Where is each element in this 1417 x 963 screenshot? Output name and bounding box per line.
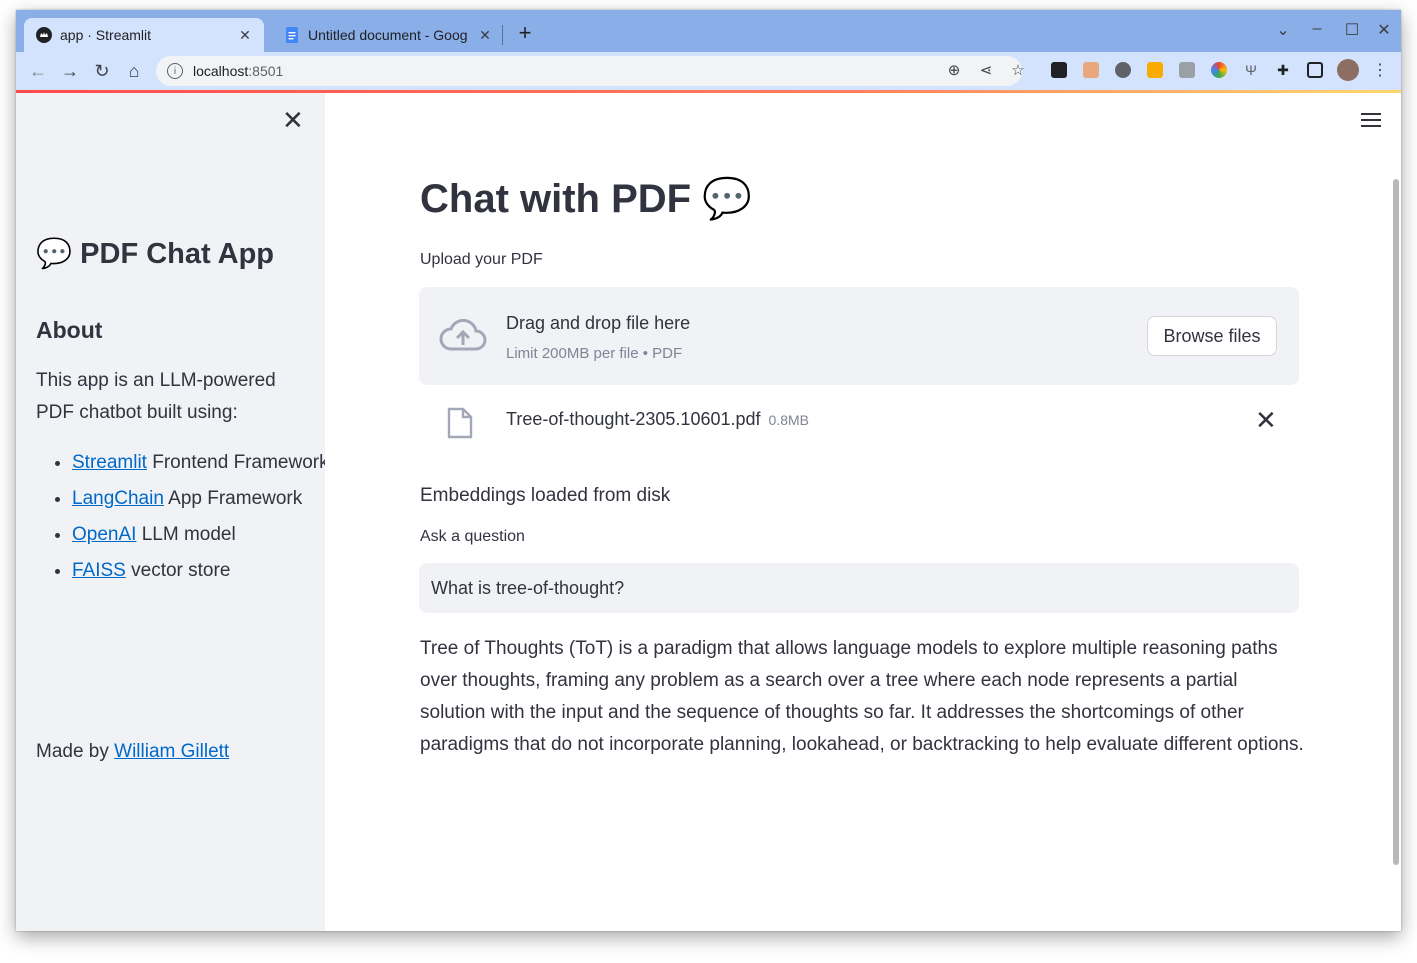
tab-google-doc[interactable]: Untitled document - Goog ✕: [272, 18, 504, 52]
faiss-link[interactable]: FAISS: [72, 560, 126, 581]
question-label: Ask a question: [420, 528, 525, 545]
list-item: OpenAI LLM model: [72, 519, 342, 551]
scrollbar[interactable]: [1393, 179, 1399, 865]
sidebar: ✕ 💬 PDF Chat App About This app is an LL…: [16, 93, 329, 931]
maximize-icon[interactable]: ☐: [1342, 20, 1362, 40]
tab-title: Untitled document - Goog: [308, 27, 468, 43]
address-bar[interactable]: i localhost:8501 ⊕ ⋖ ☆: [156, 56, 1025, 86]
tab-title: app · Streamlit: [60, 27, 152, 43]
google-docs-icon: [284, 27, 300, 43]
zoom-icon[interactable]: ⊕: [944, 61, 964, 79]
extension-layers-icon[interactable]: [1179, 62, 1195, 78]
file-icon: [447, 407, 473, 444]
answer-text: Tree of Thoughts (ToT) is a paradigm tha…: [420, 638, 1304, 755]
uploaded-file: Tree-of-thought-2305.10601.pdf 0.8MB ✕: [419, 401, 1299, 441]
status-message: Embeddings loaded from disk: [420, 485, 671, 506]
cloud-upload-icon: [439, 318, 487, 358]
browser-toolbar: ← → ↻ ⌂ i localhost:8501 ⊕ ⋖ ☆ Ψ ✚ ⋮: [16, 52, 1401, 90]
extension-account-icon[interactable]: [1115, 62, 1131, 78]
extension-cast-icon[interactable]: [1083, 62, 1099, 78]
streamlit-link[interactable]: Streamlit: [72, 452, 147, 473]
extension-p-icon[interactable]: [1051, 62, 1067, 78]
new-tab-button[interactable]: +: [514, 22, 536, 46]
page-title: Chat with PDF 💬: [420, 177, 753, 221]
made-by: Made by William Gillett: [36, 741, 230, 762]
minimize-icon[interactable]: –: [1307, 20, 1327, 38]
upload-label: Upload your PDF: [420, 251, 543, 268]
file-dropzone[interactable]: Drag and drop file here Limit 200MB per …: [419, 287, 1299, 385]
author-link[interactable]: William Gillett: [114, 741, 229, 762]
browser-window: app · Streamlit ✕ Untitled document - Go…: [16, 10, 1401, 931]
extension-color-wheel-icon[interactable]: [1211, 62, 1227, 78]
extension-trident-icon[interactable]: Ψ: [1243, 62, 1259, 78]
site-info-icon[interactable]: i: [167, 63, 183, 79]
url-text: localhost:8501: [193, 63, 284, 79]
list-item: LangChain App Framework: [72, 483, 342, 515]
home-icon[interactable]: ⌂: [122, 59, 146, 83]
bookmark-star-icon[interactable]: ☆: [1008, 61, 1028, 79]
tab-strip: app · Streamlit ✕ Untitled document - Go…: [16, 10, 1401, 52]
hamburger-menu-icon[interactable]: [1361, 113, 1381, 129]
tab-close-icon[interactable]: ✕: [476, 27, 494, 44]
about-heading: About: [36, 317, 103, 343]
close-window-icon[interactable]: ✕: [1374, 20, 1394, 40]
file-size: 0.8MB: [768, 412, 809, 428]
openai-link[interactable]: OpenAI: [72, 524, 136, 545]
tech-list: Streamlit Frontend Framework LangChain A…: [36, 447, 342, 591]
question-input[interactable]: [419, 563, 1299, 613]
side-panel-icon[interactable]: [1307, 62, 1323, 78]
share-icon[interactable]: ⋖: [976, 61, 996, 79]
dropzone-instructions: Drag and drop file here: [506, 313, 691, 333]
back-icon[interactable]: ←: [26, 59, 50, 83]
reload-icon[interactable]: ↻: [90, 59, 114, 83]
tab-streamlit-app[interactable]: app · Streamlit ✕: [24, 18, 264, 52]
extension-image-icon[interactable]: [1147, 62, 1163, 78]
browser-menu-icon[interactable]: ⋮: [1368, 59, 1392, 83]
list-item: FAISS vector store: [72, 555, 342, 587]
forward-icon[interactable]: →: [58, 59, 82, 83]
langchain-link[interactable]: LangChain: [72, 488, 164, 509]
browse-files-button[interactable]: Browse files: [1147, 316, 1277, 356]
tab-close-icon[interactable]: ✕: [236, 27, 254, 44]
close-sidebar-icon[interactable]: ✕: [282, 107, 304, 133]
list-item: Streamlit Frontend Framework: [72, 447, 342, 479]
sidebar-title: 💬 PDF Chat App: [36, 238, 275, 270]
streamlit-crown-icon: [36, 27, 52, 43]
tab-search-chevron-icon[interactable]: ⌄: [1273, 20, 1293, 40]
tab-separator: [502, 25, 503, 45]
remove-file-icon[interactable]: ✕: [1255, 405, 1277, 436]
about-description: This app is an LLM-powered PDF chatbot b…: [36, 370, 276, 423]
dropzone-limits: Limit 200MB per file • PDF: [506, 345, 683, 362]
file-name: Tree-of-thought-2305.10601.pdf: [506, 409, 761, 429]
main-content: Chat with PDF 💬 Upload your PDF Drag and…: [325, 93, 1401, 931]
profile-avatar[interactable]: [1337, 59, 1359, 81]
extensions-puzzle-icon[interactable]: ✚: [1275, 62, 1291, 78]
